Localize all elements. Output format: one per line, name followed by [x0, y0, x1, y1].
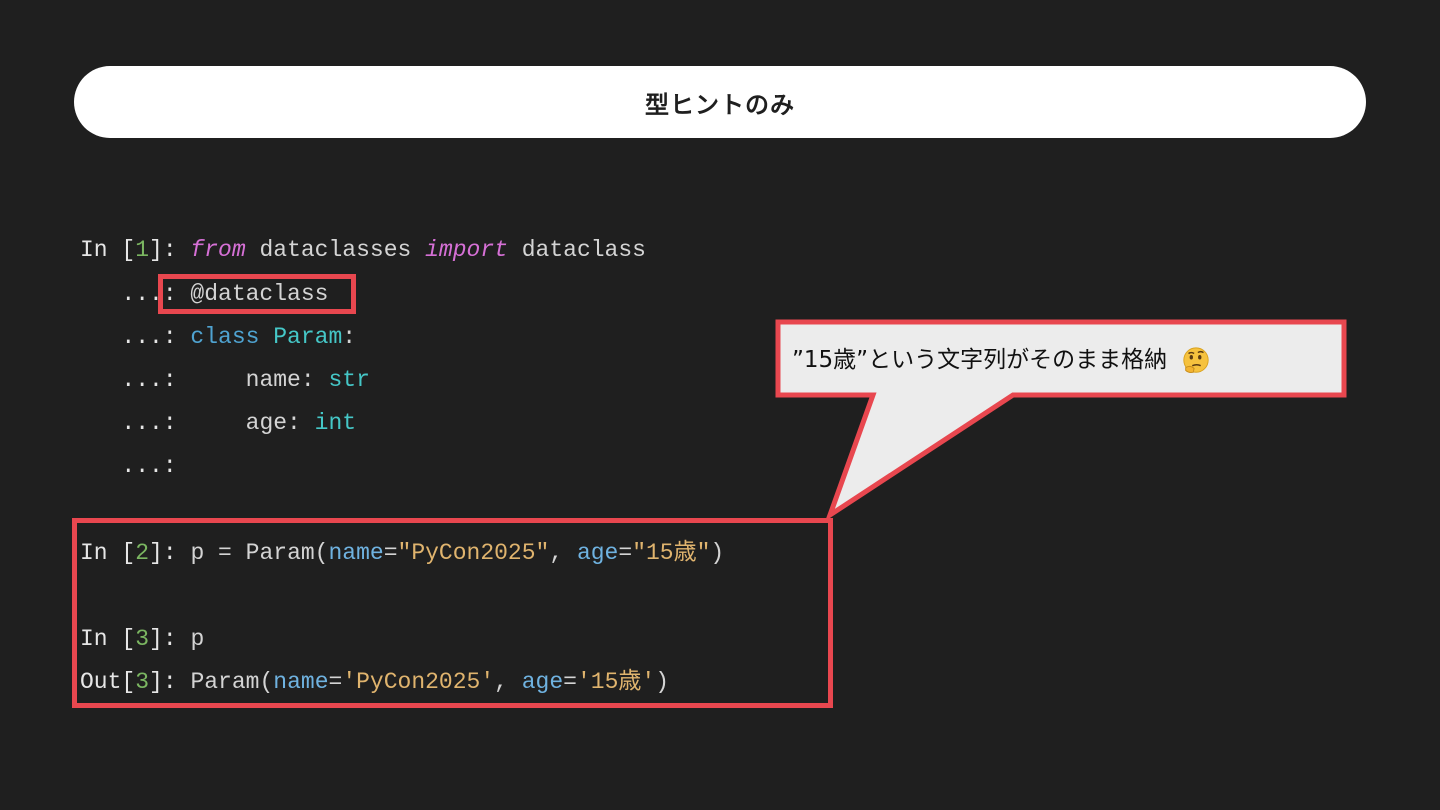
thinking-face-icon — [1183, 346, 1209, 373]
speech-callout — [775, 319, 1347, 522]
callout-message: ”15歳”という文字列がそのまま格納 — [792, 340, 1211, 380]
callout-text: ”15歳”という文字列がそのまま格納 — [792, 347, 1168, 373]
